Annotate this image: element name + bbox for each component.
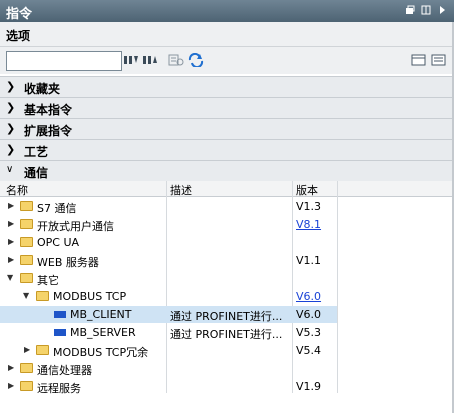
options-header: 选项 xyxy=(0,22,452,47)
tree-item-opc-ua[interactable]: ▶ OPC UA xyxy=(0,234,337,251)
function-block-icon xyxy=(54,311,66,318)
section-communication[interactable]: ∨ 通信 xyxy=(0,160,452,183)
folder-icon xyxy=(20,201,33,211)
expand-triangle-icon[interactable]: ▶ xyxy=(8,237,14,246)
pin-icon[interactable] xyxy=(421,5,431,15)
tree-item-open-user-comm[interactable]: ▶ 开放式用户通信 V8.1 xyxy=(0,216,337,233)
expand-triangle-icon[interactable]: ▶ xyxy=(8,255,14,264)
folder-open-icon xyxy=(36,291,49,301)
filter-icon[interactable] xyxy=(168,53,184,67)
options-title: 选项 xyxy=(6,29,31,43)
view-details-icon[interactable] xyxy=(411,53,427,67)
column-name[interactable]: 名称 xyxy=(6,182,28,198)
folder-icon xyxy=(36,345,49,355)
tree-item-mb-server[interactable]: MB_SERVER 通过 PROFINET进行... V5.3 xyxy=(0,324,337,341)
folder-icon xyxy=(20,381,33,391)
version-link[interactable]: V8.1 xyxy=(296,218,321,231)
tree-item-mb-client[interactable]: MB_CLIENT 通过 PROFINET进行... V6.0 xyxy=(0,306,337,323)
section-label: 收藏夹 xyxy=(24,82,61,96)
folder-icon xyxy=(20,237,33,247)
collapse-triangle-icon[interactable]: ▼ xyxy=(7,273,13,282)
expand-triangle-icon[interactable]: ▶ xyxy=(8,381,14,390)
search-up-icon[interactable] xyxy=(142,53,158,67)
collapse-panel-icon[interactable] xyxy=(437,5,447,15)
folder-icon xyxy=(20,219,33,229)
collapse-arrow-icon: ∨ xyxy=(6,164,14,175)
tree-item-remote-service[interactable]: ▶ 远程服务 V1.9 xyxy=(0,378,337,395)
section-favorites[interactable]: ❯ 收藏夹 xyxy=(0,76,452,99)
column-divider[interactable] xyxy=(337,181,338,393)
tree-item-s7[interactable]: ▶ S7 通信 V1.3 xyxy=(0,198,337,215)
version-link[interactable]: V6.0 xyxy=(296,290,321,303)
section-label: 通信 xyxy=(24,166,49,180)
expand-triangle-icon[interactable]: ▶ xyxy=(8,219,14,228)
view-list-icon[interactable] xyxy=(431,53,447,67)
tree-item-modbus-tcp[interactable]: ▼ MODBUS TCP V6.0 xyxy=(0,288,337,305)
refresh-icon[interactable] xyxy=(188,53,204,67)
column-header: 名称 描述 版本 xyxy=(0,181,452,197)
tree-item-web-server[interactable]: ▶ WEB 服务器 V1.1 xyxy=(0,252,337,269)
expand-triangle-icon[interactable]: ▶ xyxy=(8,363,14,372)
column-version[interactable]: 版本 xyxy=(296,182,318,198)
folder-icon xyxy=(20,363,33,373)
tree-item-other[interactable]: ▼ 其它 xyxy=(0,270,337,287)
float-icon[interactable] xyxy=(405,5,415,15)
section-label: 基本指令 xyxy=(24,103,73,117)
expand-arrow-icon: ❯ xyxy=(6,122,16,135)
section-extended-instructions[interactable]: ❯ 扩展指令 xyxy=(0,118,452,141)
folder-icon xyxy=(20,255,33,265)
collapse-triangle-icon[interactable]: ▼ xyxy=(23,291,29,300)
search-down-icon[interactable] xyxy=(123,53,139,67)
folder-open-icon xyxy=(20,273,33,283)
column-description[interactable]: 描述 xyxy=(170,182,192,198)
tree-item-comm-processor[interactable]: ▶ 通信处理器 xyxy=(0,360,337,377)
section-label: 工艺 xyxy=(24,145,49,159)
panel-title: 指令 xyxy=(6,7,33,22)
tree-item-modbus-tcp-redundant[interactable]: ▶ MODBUS TCP冗余 V5.4 xyxy=(0,342,337,359)
section-technology[interactable]: ❯ 工艺 xyxy=(0,139,452,162)
section-label: 扩展指令 xyxy=(24,124,73,138)
toolbar xyxy=(0,47,452,74)
expand-arrow-icon: ❯ xyxy=(6,143,16,156)
search-input[interactable] xyxy=(6,51,122,71)
function-block-icon xyxy=(54,329,66,336)
expand-triangle-icon[interactable]: ▶ xyxy=(8,201,14,210)
expand-arrow-icon: ❯ xyxy=(6,101,16,114)
expand-triangle-icon[interactable]: ▶ xyxy=(24,345,30,354)
section-basic-instructions[interactable]: ❯ 基本指令 xyxy=(0,97,452,120)
panel-titlebar: 指令 xyxy=(0,0,454,22)
expand-arrow-icon: ❯ xyxy=(6,80,16,93)
